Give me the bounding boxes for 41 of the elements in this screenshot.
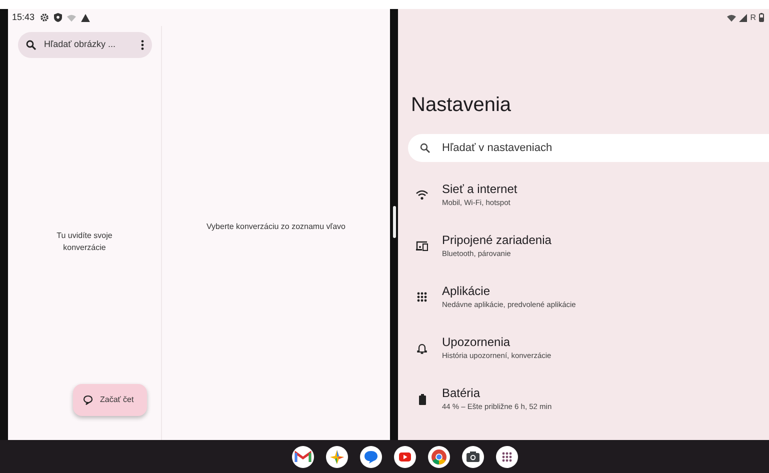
chat-bubble-app-button[interactable]	[360, 446, 382, 468]
empty-list-message: Tu uvidíte svoje konverzácie	[56, 230, 114, 254]
settings-title: Nastavenia	[411, 93, 512, 118]
bell-icon	[417, 342, 427, 354]
signal-icon	[739, 14, 748, 22]
status-time: 15:43	[12, 10, 35, 24]
search-bar[interactable]: Hľadať v nastaveniach	[408, 134, 769, 162]
browser-logo-icon	[430, 448, 448, 466]
star-app-button[interactable]	[326, 446, 348, 468]
settings-item-title: Sieť a internet	[442, 182, 518, 197]
app-grid-app-button[interactable]	[496, 446, 518, 468]
settings-item-title: Upozornenia	[442, 335, 512, 350]
wifi-icon	[66, 14, 76, 22]
more-icon[interactable]	[141, 40, 144, 50]
gear-icon	[40, 13, 49, 22]
empty-detail-message: Vyberte konverzáciu zo zoznamu vľavo	[206, 221, 346, 232]
search-field[interactable]: Hľadať obrázky ...	[42, 37, 135, 53]
star-icon	[328, 448, 346, 466]
battery-icon	[418, 394, 426, 404]
roaming-indicator: R	[750, 12, 756, 24]
search-icon	[26, 40, 36, 50]
apps-grid-icon	[417, 292, 427, 302]
browser-logo-app-button[interactable]	[428, 446, 450, 468]
start-chat-button[interactable]: Začať čet	[73, 384, 147, 416]
chat-bubble-icon	[83, 395, 93, 405]
battery-icon	[759, 13, 764, 22]
search-bar[interactable]: Hľadať obrázky ...	[18, 32, 152, 58]
settings-item-title: Aplikácie	[442, 284, 492, 299]
settings-item-title: Batéria	[442, 386, 482, 401]
play-button-app-button[interactable]	[394, 446, 416, 468]
warning-icon	[80, 14, 90, 22]
wifi-icon	[416, 190, 428, 200]
camera-app-button[interactable]	[462, 446, 484, 468]
devices-icon	[416, 241, 428, 251]
shield-icon	[54, 13, 62, 22]
pane-divider-handle[interactable]	[393, 206, 396, 238]
search-field[interactable]: Hľadať v nastaveniach	[440, 138, 769, 158]
wifi-icon	[727, 14, 736, 22]
settings-item-title: Pripojené zariadenia	[442, 233, 552, 248]
search-icon	[420, 143, 430, 153]
mail-app-button[interactable]	[292, 446, 314, 468]
